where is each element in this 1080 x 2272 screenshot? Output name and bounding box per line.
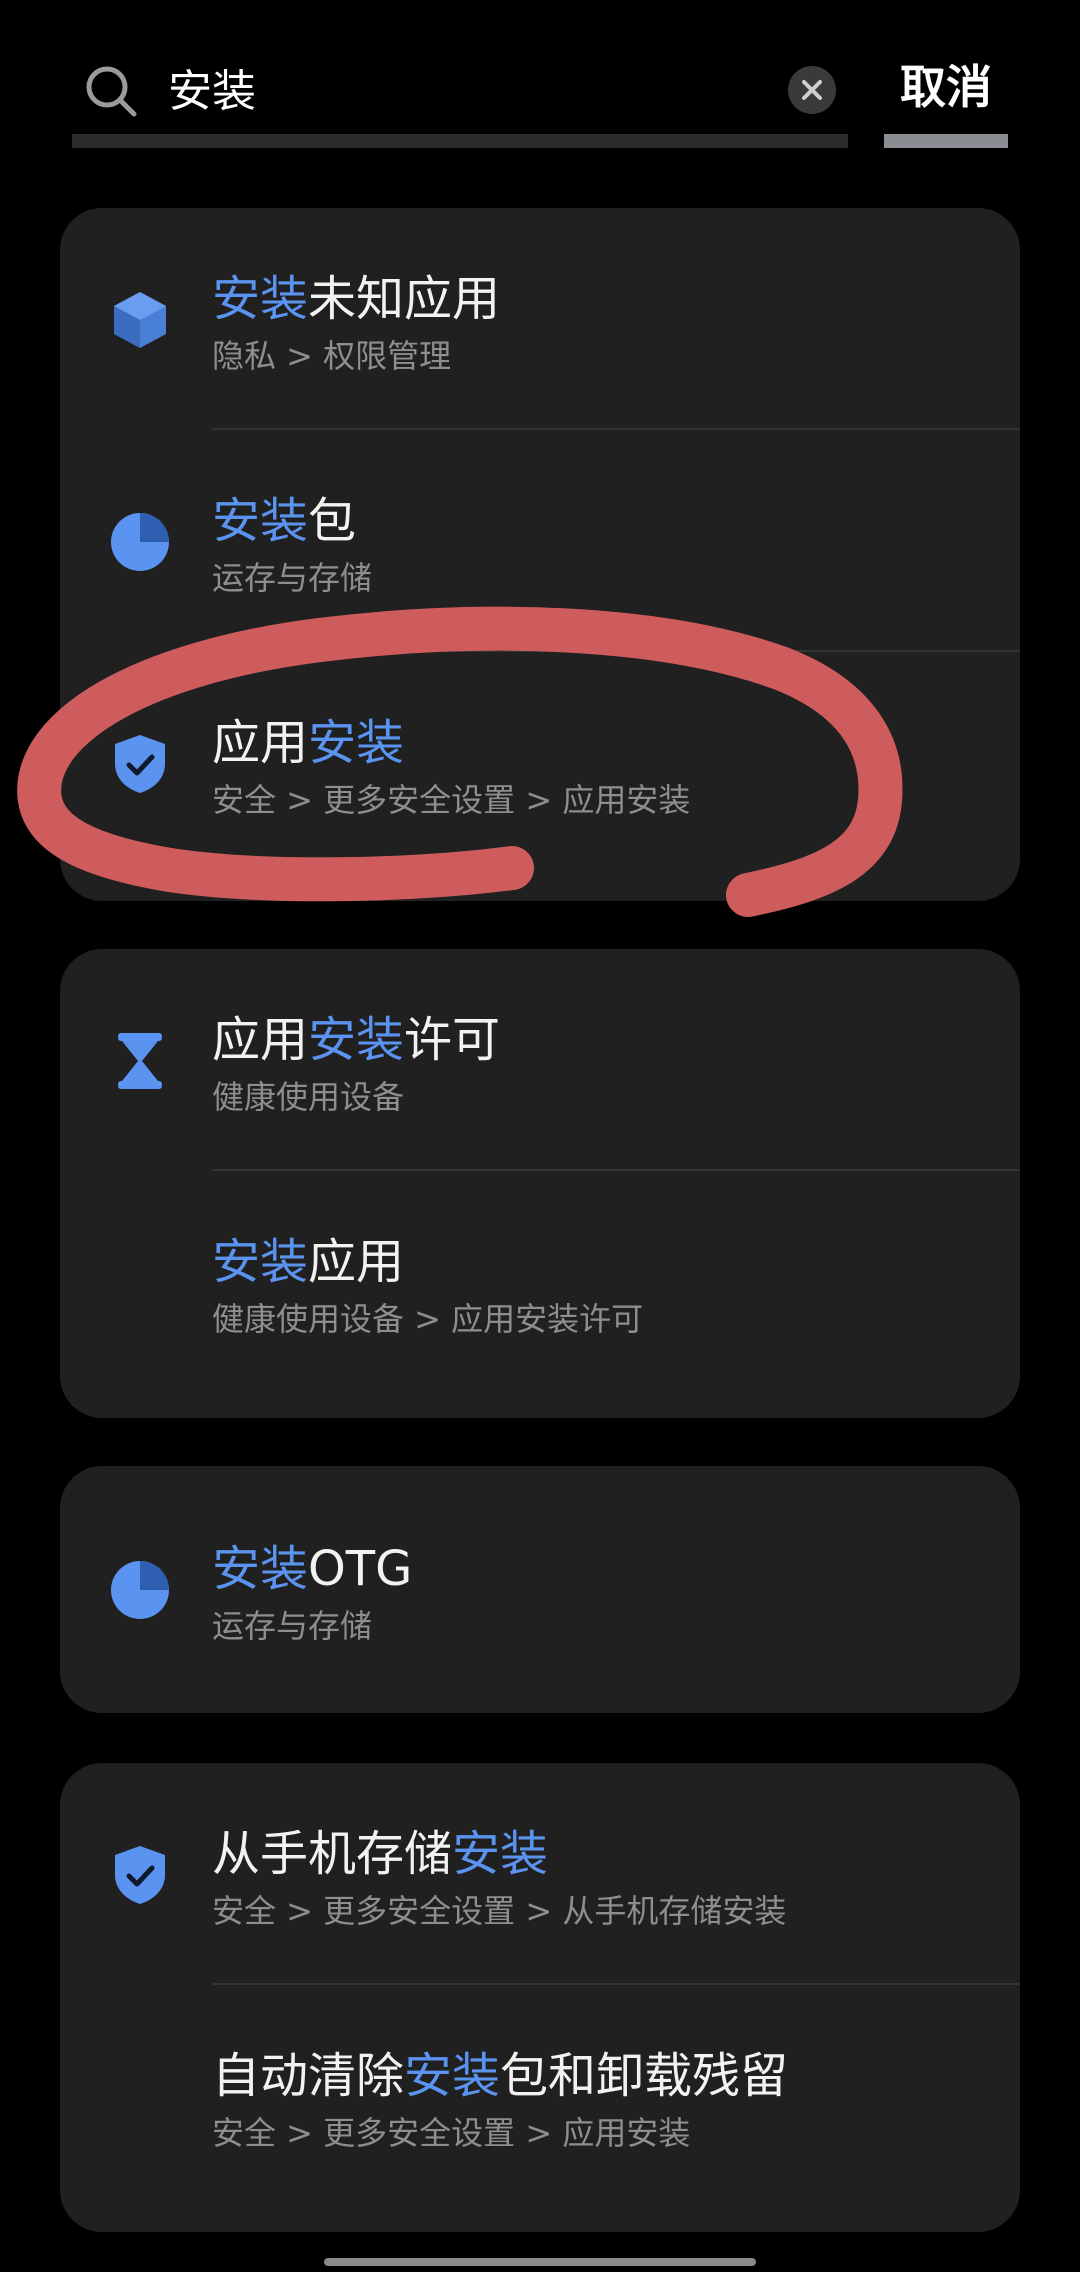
result-card-3: 安装OTG 运存与存储: [60, 1466, 1020, 1713]
result-title: 安装未知应用: [212, 268, 500, 330]
result-item[interactable]: 应用安装许可 健康使用设备: [60, 949, 1020, 1171]
result-item[interactable]: 安装OTG 运存与存储: [60, 1478, 1020, 1700]
shield-check-icon: [115, 735, 165, 793]
result-title: 安装OTG: [212, 1538, 412, 1600]
result-subtitle: 运存与存储: [212, 559, 373, 597]
clear-search-button[interactable]: [788, 66, 836, 114]
cancel-label: 取消: [900, 60, 992, 114]
cancel-button[interactable]: 取消: [884, 40, 1008, 148]
title-text: 未知应用: [308, 271, 501, 327]
result-title: 应用安装: [212, 712, 404, 774]
result-subtitle: 健康使用设备 > 应用安装许可: [212, 1300, 644, 1338]
title-text: 应用: [212, 715, 309, 771]
shield-check-icon: [115, 1846, 165, 1904]
result-subtitle: 安全 > 更多安全设置 > 应用安装: [212, 781, 691, 819]
result-item[interactable]: 安装应用 健康使用设备 > 应用安装许可: [60, 1171, 1020, 1393]
result-item[interactable]: 安装未知应用 隐私 > 权限管理: [60, 208, 1020, 430]
result-item[interactable]: 应用安装 安全 > 更多安全设置 > 应用安装: [60, 652, 1020, 874]
title-highlight: 安装: [404, 2048, 501, 2104]
result-card-4: 从手机存储安装 安全 > 更多安全设置 > 从手机存储安装 自动清除安装包和卸载…: [60, 1763, 1020, 2232]
search-icon: [86, 66, 137, 117]
title-highlight: 安装: [212, 1541, 309, 1597]
title-highlight: 安装: [308, 715, 405, 771]
title-highlight: 安装: [308, 1012, 405, 1068]
cube-icon: [114, 292, 166, 348]
pie-chart-icon: [111, 1561, 169, 1619]
title-text: 应用: [308, 1234, 405, 1290]
title-text: 包和卸载残留: [500, 2048, 789, 2104]
pie-chart-icon: [111, 513, 169, 571]
result-title: 从手机存储安装: [212, 1823, 548, 1885]
title-highlight: 安装: [452, 1826, 549, 1882]
title-highlight: 安装: [212, 1234, 309, 1290]
title-text: 许可: [404, 1012, 501, 1068]
search-underline: [72, 134, 848, 148]
result-item[interactable]: 安装包 运存与存储: [60, 430, 1020, 652]
result-subtitle: 隐私 > 权限管理: [212, 337, 452, 375]
result-subtitle: 健康使用设备: [212, 1078, 405, 1116]
result-title: 应用安装许可: [212, 1009, 500, 1071]
home-indicator[interactable]: [324, 2258, 756, 2266]
result-subtitle: 运存与存储: [212, 1607, 373, 1645]
result-subtitle: 安全 > 更多安全设置 > 从手机存储安装: [212, 1892, 787, 1930]
result-card-2: 应用安装许可 健康使用设备 安装应用 健康使用设备 > 应用安装许可: [60, 949, 1020, 1418]
search-input[interactable]: 安装: [168, 62, 256, 122]
title-text: 从手机存储: [212, 1826, 453, 1882]
close-icon: [802, 80, 822, 100]
title-text: 应用: [212, 1012, 309, 1068]
settings-search-page: 安装 取消 安装未知应用 隐私 > 权限管理 安装包 运存与存储 应用安装 安全…: [0, 0, 1080, 2272]
hourglass-icon: [118, 1033, 162, 1089]
cancel-underline: [884, 134, 1008, 148]
title-highlight: 安装: [212, 493, 309, 549]
result-item[interactable]: 自动清除安装包和卸载残留 安全 > 更多安全设置 > 应用安装: [60, 1985, 1020, 2207]
title-text: OTG: [308, 1541, 413, 1597]
result-title: 自动清除安装包和卸载残留: [212, 2045, 788, 2107]
title-text: 自动清除: [212, 2048, 405, 2104]
result-title: 安装包: [212, 490, 356, 552]
result-subtitle: 安全 > 更多安全设置 > 应用安装: [212, 2114, 691, 2152]
result-title: 安装应用: [212, 1231, 404, 1293]
title-highlight: 安装: [212, 271, 309, 327]
title-text: 包: [308, 493, 357, 549]
result-card-1: 安装未知应用 隐私 > 权限管理 安装包 运存与存储 应用安装 安全 > 更多安…: [60, 208, 1020, 901]
search-bar[interactable]: 安装: [72, 40, 848, 148]
result-item[interactable]: 从手机存储安装 安全 > 更多安全设置 > 从手机存储安装: [60, 1763, 1020, 1985]
